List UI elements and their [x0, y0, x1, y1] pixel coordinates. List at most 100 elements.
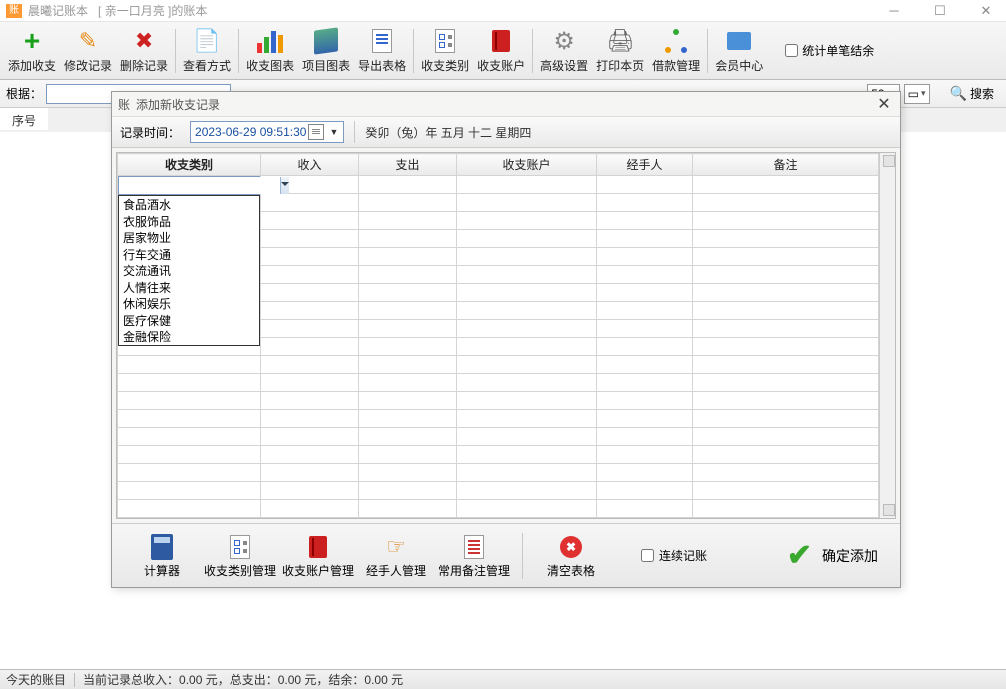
table-cell[interactable]	[457, 500, 597, 518]
table-cell[interactable]	[597, 302, 693, 320]
datetime-picker[interactable]: 2023-06-29 09:51:30 ▼	[190, 121, 344, 143]
table-cell[interactable]	[118, 410, 261, 428]
table-cell[interactable]	[597, 500, 693, 518]
table-cell[interactable]	[261, 230, 359, 248]
clear-table-button[interactable]: ✖ 清空表格	[535, 528, 607, 584]
table-row[interactable]	[118, 500, 879, 518]
note-manager-button[interactable]: 常用备注管理	[438, 528, 510, 584]
table-cell[interactable]	[261, 500, 359, 518]
confirm-add-button[interactable]: ✔ 确定添加	[779, 534, 886, 577]
table-cell[interactable]	[457, 176, 597, 194]
table-cell[interactable]	[693, 248, 879, 266]
table-cell[interactable]	[359, 176, 457, 194]
bar-chart-button[interactable]: 收支图表	[242, 24, 298, 78]
table-cell[interactable]	[261, 410, 359, 428]
category-button[interactable]: 收支类别	[417, 24, 473, 78]
grid-header[interactable]: 备注	[693, 154, 879, 176]
stat-checkbox-input[interactable]	[785, 44, 798, 57]
table-cell[interactable]	[359, 248, 457, 266]
stat-checkbox[interactable]: 统计单笔结余	[785, 42, 874, 59]
window-minimize-icon[interactable]: ─	[880, 3, 908, 19]
table-cell[interactable]	[261, 374, 359, 392]
table-cell[interactable]	[693, 428, 879, 446]
table-cell[interactable]	[261, 266, 359, 284]
calculator-button[interactable]: 计算器	[126, 528, 198, 584]
table-cell[interactable]	[457, 428, 597, 446]
table-cell[interactable]	[457, 374, 597, 392]
grid-header[interactable]: 收支类别	[118, 154, 261, 176]
table-cell[interactable]	[693, 374, 879, 392]
loan-button[interactable]: 借款管理	[648, 24, 704, 78]
account-button[interactable]: 收支账户	[473, 24, 529, 78]
table-cell[interactable]	[359, 194, 457, 212]
dropdown-option[interactable]: 衣服饰品	[119, 213, 259, 230]
table-cell[interactable]	[457, 410, 597, 428]
table-cell[interactable]	[597, 176, 693, 194]
table-cell[interactable]	[693, 230, 879, 248]
table-cell[interactable]	[359, 464, 457, 482]
table-cell[interactable]	[261, 320, 359, 338]
grid-scrollbar[interactable]	[879, 153, 895, 518]
table-cell[interactable]	[457, 482, 597, 500]
table-cell[interactable]	[261, 248, 359, 266]
table-cell[interactable]	[457, 194, 597, 212]
table-cell[interactable]	[597, 356, 693, 374]
table-cell[interactable]	[597, 284, 693, 302]
table-cell[interactable]	[597, 482, 693, 500]
table-cell[interactable]	[693, 176, 879, 194]
table-row[interactable]	[118, 392, 879, 410]
table-cell[interactable]	[693, 338, 879, 356]
table-cell[interactable]	[597, 410, 693, 428]
table-cell[interactable]	[597, 194, 693, 212]
table-row[interactable]	[118, 464, 879, 482]
table-cell[interactable]	[457, 356, 597, 374]
table-cell[interactable]	[597, 320, 693, 338]
table-cell[interactable]	[359, 266, 457, 284]
advanced-button[interactable]: ⚙ 高级设置	[536, 24, 592, 78]
table-cell[interactable]	[693, 446, 879, 464]
table-cell[interactable]	[261, 356, 359, 374]
edit-record-button[interactable]: ✎ 修改记录	[60, 24, 116, 78]
table-cell[interactable]	[261, 212, 359, 230]
table-cell[interactable]	[261, 446, 359, 464]
window-maximize-icon[interactable]: ☐	[926, 3, 954, 19]
table-cell[interactable]	[359, 446, 457, 464]
table-row[interactable]	[118, 410, 879, 428]
table-row[interactable]	[118, 446, 879, 464]
dropdown-option[interactable]: 交流通讯	[119, 262, 259, 279]
table-cell[interactable]	[359, 374, 457, 392]
table-cell[interactable]	[261, 338, 359, 356]
table-cell[interactable]	[261, 464, 359, 482]
table-cell[interactable]	[359, 338, 457, 356]
table-cell[interactable]	[118, 500, 261, 518]
modal-close-button[interactable]: ✕	[874, 94, 894, 114]
view-mode-button[interactable]: 📄 查看方式	[179, 24, 235, 78]
table-cell[interactable]	[261, 482, 359, 500]
category-dropdown-list[interactable]: 食品酒水衣服饰品居家物业行车交通交流通讯人情往来休闲娱乐医疗保健金融保险	[118, 195, 260, 346]
table-cell[interactable]	[118, 428, 261, 446]
table-cell[interactable]	[457, 338, 597, 356]
table-cell[interactable]	[693, 500, 879, 518]
table-cell[interactable]	[359, 212, 457, 230]
table-row[interactable]	[118, 374, 879, 392]
table-cell[interactable]	[359, 482, 457, 500]
grid-header[interactable]: 收支账户	[457, 154, 597, 176]
table-row[interactable]	[118, 428, 879, 446]
table-row[interactable]	[118, 482, 879, 500]
table-cell[interactable]	[118, 356, 261, 374]
category-combobox-input[interactable]	[119, 177, 280, 194]
table-cell[interactable]	[359, 356, 457, 374]
search-button[interactable]: 🔍 搜索	[944, 83, 1000, 105]
account-manager-button[interactable]: 收支账户管理	[282, 528, 354, 584]
table-cell[interactable]	[597, 230, 693, 248]
table-cell[interactable]	[457, 392, 597, 410]
continuous-checkbox[interactable]: 连续记账	[641, 547, 707, 564]
table-cell[interactable]	[693, 392, 879, 410]
table-cell[interactable]	[118, 446, 261, 464]
window-close-icon[interactable]: ✕	[972, 3, 1000, 19]
table-cell[interactable]	[359, 428, 457, 446]
table-cell[interactable]	[597, 338, 693, 356]
add-record-button[interactable]: + 添加收支	[4, 24, 60, 78]
delete-record-button[interactable]: ✖ 删除记录	[116, 24, 172, 78]
table-cell[interactable]	[597, 374, 693, 392]
